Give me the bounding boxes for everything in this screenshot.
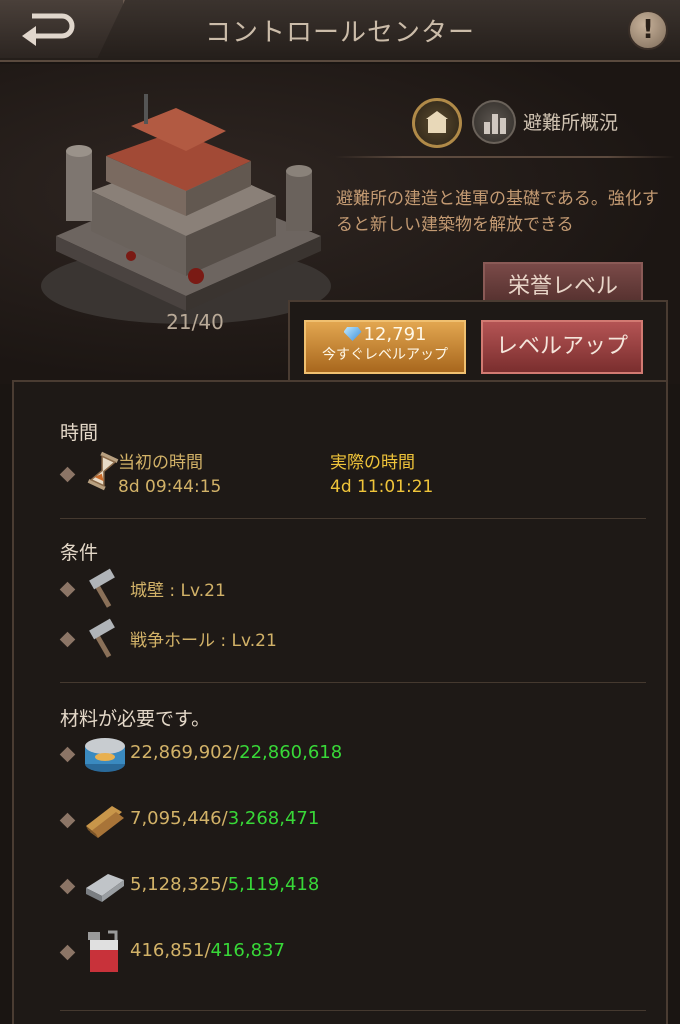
fuel-can-icon [88,930,118,972]
hammer-icon [89,568,115,608]
bullet-diamond [59,878,76,895]
instant-levelup-label: 今すぐレベルアップ [322,347,448,363]
hammer-icon [89,618,115,658]
material-amount: 416,851/416,837 [130,940,285,961]
bar-chart-icon [484,114,506,134]
bullet-diamond [59,466,76,483]
section-divider [60,1010,646,1011]
section-divider [60,682,646,683]
materials-section-title: 材料が必要です。 [60,708,211,730]
wood-icon [86,806,124,838]
bullet-diamond [59,746,76,763]
original-time-value: 8d 09:44:15 [118,477,222,497]
diamond-gem-icon [343,327,362,341]
material-amount: 7,095,446/3,268,471 [130,808,320,829]
levelup-button[interactable]: レベルアップ [481,320,643,374]
requirements-panel: 時間 当初の時間 8d 09:44:15 実際の時間 4d 11:01:21 条… [12,380,668,1024]
material-amount: 5,128,325/5,119,418 [130,874,320,895]
shelter-overview-link[interactable]: 避難所概況 [523,108,618,135]
control-center-building-image [41,94,331,324]
page-title: コントロールセンター [204,18,475,48]
building-description: 避難所の建造と進軍の基礎である。強化すると新しい建築物を解放できる [336,189,659,235]
condition-item[interactable]: 戦争ホール : Lv.21 [130,626,277,651]
section-divider [60,518,646,519]
original-time-label: 当初の時間 [118,453,203,473]
actual-time-label: 実際の時間 [330,453,415,473]
bullet-diamond [59,631,76,648]
bullet-diamond [59,812,76,829]
food-can-icon [85,738,125,772]
info-button[interactable]: ! [628,10,668,50]
instant-levelup-button[interactable]: 12,791 今すぐレベルアップ [304,320,466,374]
bullet-diamond [59,581,76,598]
condition-item[interactable]: 城壁 : Lv.21 [130,576,226,601]
actual-time-value: 4d 11:01:21 [330,477,434,497]
divider [335,156,675,158]
bullet-diamond [59,944,76,961]
conditions-section-title: 条件 [60,542,99,564]
stats-icon[interactable] [472,100,516,144]
gem-cost: 12,791 [363,324,427,345]
material-amount: 22,869,902/22,860,618 [130,742,343,763]
time-section-title: 時間 [60,422,99,444]
building-emblem-icon [426,111,448,133]
building-level-count: 21/40 [166,310,224,334]
header-bar: コントロールセンター ! [0,0,680,62]
shelter-icon[interactable] [412,98,462,148]
steel-icon [86,874,124,902]
